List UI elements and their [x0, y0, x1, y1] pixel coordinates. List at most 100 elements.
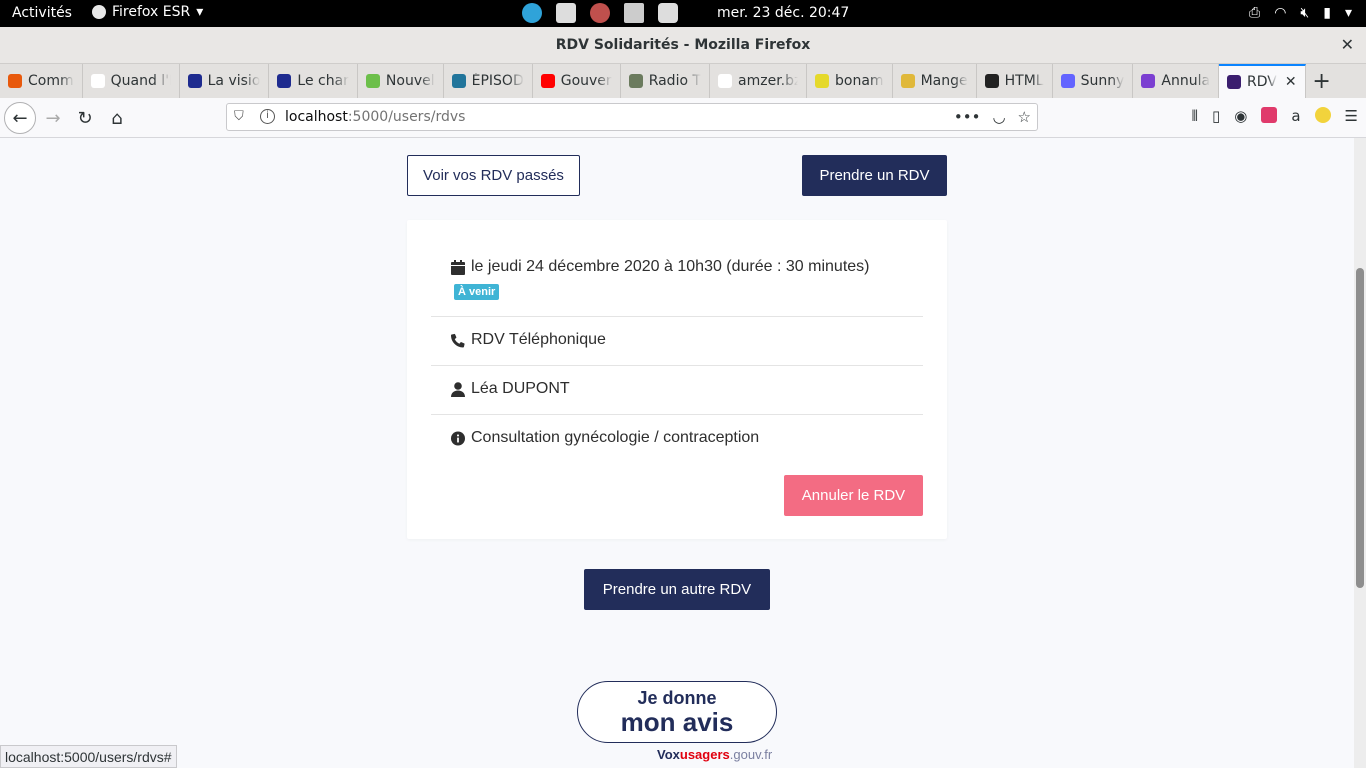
info-circle-icon: [451, 430, 465, 446]
home-button[interactable]: ⌂: [104, 105, 130, 131]
rdv-date-line: le jeudi 24 décembre 2020 à 10h30 (durée…: [451, 258, 869, 276]
tab-favicon-icon: [900, 74, 915, 88]
slack-icon[interactable]: [624, 3, 644, 23]
avis-button[interactable]: Je donne mon avis: [577, 681, 777, 743]
url-bar[interactable]: ⛉ i localhost:5000/users/rdvs ••• ◡ ☆: [226, 103, 1038, 131]
telegram-icon[interactable]: [522, 3, 542, 23]
tab-10[interactable]: Mange: [893, 64, 977, 98]
past-rdv-button[interactable]: Voir vos RDV passés: [407, 155, 580, 196]
user-icon: [451, 381, 465, 397]
printer-icon: ⎙: [1249, 5, 1261, 21]
tab-label: Mange: [920, 73, 968, 89]
page-actions-icon[interactable]: •••: [954, 108, 981, 126]
rdv-card: le jeudi 24 décembre 2020 à 10h30 (durée…: [407, 220, 947, 539]
status-bar-url: localhost:5000/users/rdvs#: [0, 745, 177, 768]
back-button[interactable]: ←: [4, 102, 36, 134]
tab-6[interactable]: Gouver: [533, 64, 621, 98]
page-scrollbar[interactable]: [1354, 138, 1366, 768]
tab-favicon-icon: [365, 74, 380, 88]
sidebar-icon[interactable]: ▯: [1212, 107, 1220, 125]
account-icon[interactable]: ◉: [1234, 107, 1247, 125]
tab-favicon-icon: [90, 74, 105, 88]
caret-down-icon: ▾: [1344, 5, 1352, 21]
rdv-user: Léa DUPONT: [471, 380, 570, 397]
rdv-user-row: Léa DUPONT: [431, 366, 923, 415]
tab-label: Gouver: [560, 73, 612, 89]
tab-label: Radio T: [648, 73, 702, 89]
tab-favicon-icon: [451, 74, 466, 88]
tab-3[interactable]: Le char: [269, 64, 358, 98]
bookmark-star-icon[interactable]: ☆: [1018, 108, 1031, 126]
tab-5[interactable]: ÉPISOD: [444, 64, 533, 98]
window-close-icon[interactable]: ✕: [1341, 35, 1354, 54]
tab-8[interactable]: amzer.bzh: [710, 64, 808, 98]
rdv-motif-row: Consultation gynécologie / contraception: [431, 415, 923, 464]
rdv-user-line: Léa DUPONT: [451, 380, 570, 398]
rdv-type: RDV Téléphonique: [471, 331, 606, 348]
discord-icon[interactable]: [658, 3, 678, 23]
tab-favicon-icon: [1141, 74, 1156, 88]
activities-button[interactable]: Activités: [12, 5, 72, 21]
tab-label: Comm: [28, 73, 74, 89]
tab-label: bonam: [835, 73, 884, 89]
extension-icon[interactable]: [1261, 107, 1278, 123]
tracking-shield-icon[interactable]: ⛉: [234, 109, 244, 124]
tab-4[interactable]: Nouvel: [358, 64, 444, 98]
menu-icon[interactable]: ☰: [1345, 107, 1358, 125]
rdv-date-row: le jeudi 24 décembre 2020 à 10h30 (durée…: [431, 220, 923, 317]
battery-icon: ▮: [1323, 5, 1331, 21]
url-text[interactable]: localhost:5000/users/rdvs: [285, 109, 465, 125]
tab-label: RDV: [1247, 74, 1277, 90]
window-titlebar: RDV Solidarités - Mozilla Firefox ✕: [0, 27, 1366, 64]
vox-part-1: Vox: [657, 747, 680, 762]
take-another-rdv-button[interactable]: Prendre un autre RDV: [584, 569, 770, 610]
wifi-icon: ◠: [1274, 5, 1287, 21]
extension-badge-icon[interactable]: [1314, 107, 1331, 123]
rdv-motif: Consultation gynécologie / contraception: [471, 429, 760, 446]
tab-label: Annula: [1161, 73, 1211, 89]
volume-muted-icon: 🔇︎: [1300, 5, 1310, 21]
new-tab-button[interactable]: +: [1306, 64, 1338, 98]
tab-label: HTML: [1004, 73, 1044, 89]
tab-11[interactable]: HTML: [977, 64, 1053, 98]
library-icon[interactable]: ⫴: [1192, 107, 1198, 125]
calendar-icon: [451, 259, 465, 275]
forward-button[interactable]: →: [40, 105, 66, 131]
tab-0[interactable]: Comm: [0, 64, 83, 98]
pocket-icon[interactable]: ◡: [992, 108, 1005, 126]
cancel-rdv-button[interactable]: Annuler le RDV: [784, 475, 923, 516]
tab-favicon-icon: [540, 74, 555, 88]
reload-button[interactable]: ↻: [72, 105, 98, 131]
tab-favicon-icon: [718, 74, 733, 88]
avis-line-2: mon avis: [620, 707, 734, 737]
take-rdv-button[interactable]: Prendre un RDV: [802, 155, 947, 196]
url-path: :5000/users/rdvs: [347, 109, 466, 125]
tab-7[interactable]: Radio T: [621, 64, 711, 98]
tab-favicon-icon: [187, 74, 202, 88]
tab-9[interactable]: bonam: [807, 64, 893, 98]
clock[interactable]: mer. 23 déc. 20:47: [717, 5, 849, 21]
system-status-icons[interactable]: ⎙ ◠ 🔇︎ ▮ ▾: [1249, 5, 1352, 21]
tab-12[interactable]: Sunny: [1053, 64, 1134, 98]
app-menu[interactable]: Firefox ESR ▾: [92, 4, 203, 20]
vox-part-2: usagers: [679, 747, 730, 762]
tab-favicon-icon: [1227, 75, 1242, 89]
tab-13[interactable]: Annula: [1133, 64, 1220, 98]
site-info-icon[interactable]: i: [260, 109, 275, 124]
page-content: Voir vos RDV passés Prendre un RDV le je…: [0, 138, 1354, 768]
scrollbar-thumb[interactable]: [1356, 268, 1364, 588]
voxusagers-logo: Voxusagers.gouv.fr: [657, 747, 772, 762]
tab-14[interactable]: RDV ✕: [1219, 64, 1306, 98]
phone-icon: [451, 332, 465, 348]
tab-2[interactable]: La visio: [180, 64, 270, 98]
firefox-icon: [92, 5, 106, 19]
app-tray-icon[interactable]: [556, 3, 576, 23]
balloon-icon[interactable]: [590, 3, 610, 23]
tab-strip: Comm Quand l'É La visio Le char Nouvel ÉPISOD…: [0, 64, 1366, 98]
url-bar-actions: ••• ◡ ☆: [954, 108, 1031, 126]
tab-label: Le char: [297, 73, 349, 89]
amazon-icon[interactable]: a: [1291, 107, 1300, 125]
tab-close-icon[interactable]: ✕: [1285, 74, 1297, 90]
tab-1[interactable]: Quand l'É: [83, 64, 180, 98]
url-host: localhost: [285, 109, 348, 125]
